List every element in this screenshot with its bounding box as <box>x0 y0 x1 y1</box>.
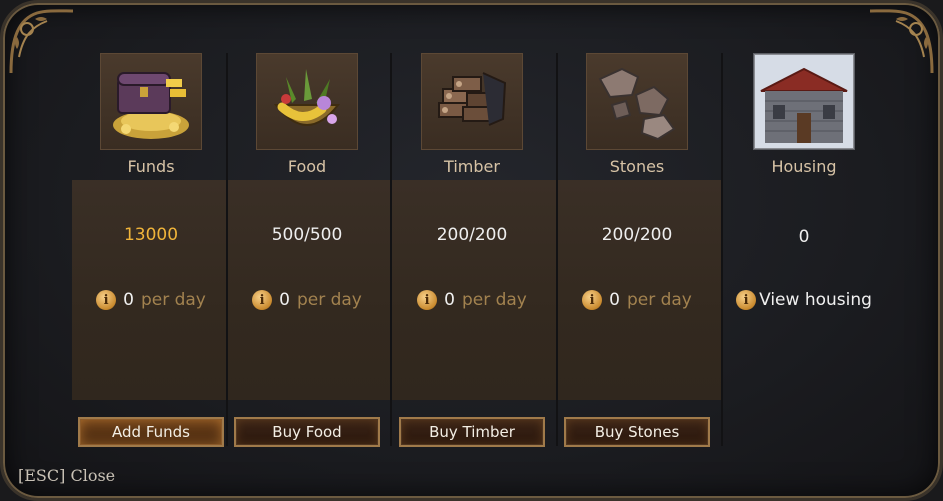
stones-icon <box>586 53 688 150</box>
info-icon[interactable]: i <box>252 290 273 310</box>
house-icon <box>753 53 855 150</box>
resource-rate: i 0 per day <box>72 290 230 310</box>
housing-link-row: i View housing <box>724 290 884 310</box>
info-icon[interactable]: i <box>417 290 438 310</box>
buy-timber-button[interactable]: Buy Timber <box>399 417 545 447</box>
resource-column-stones: Stones 200/200 i 0 per day Buy Stones <box>558 53 716 448</box>
treasure-chest-icon <box>100 53 202 150</box>
info-icon[interactable]: i <box>96 290 117 310</box>
resource-column-timber: Timber 200/200 i 0 per day Buy Timber <box>393 53 551 448</box>
resource-column-housing: Housing 0 i View housing <box>724 53 884 448</box>
resource-column-food: Food 500/500 i 0 per day Buy Food <box>228 53 386 448</box>
resource-label: Funds <box>127 157 175 176</box>
column-divider <box>390 53 392 446</box>
resource-label: Housing <box>771 157 837 176</box>
view-housing-link[interactable]: View housing <box>759 290 872 310</box>
buy-food-button[interactable]: Buy Food <box>234 417 380 447</box>
resource-rate: i 0 per day <box>228 290 386 310</box>
resource-label: Timber <box>444 157 500 176</box>
column-divider <box>721 53 723 446</box>
per-day-label: per day <box>296 290 362 310</box>
timber-logs-icon <box>421 53 523 150</box>
resource-rate: i 0 per day <box>558 290 716 310</box>
info-icon[interactable]: i <box>736 290 757 310</box>
ornament-corner-icon <box>9 9 74 74</box>
resource-value: 500/500 <box>271 225 343 245</box>
buy-stones-button[interactable]: Buy Stones <box>564 417 710 447</box>
close-button[interactable]: [ESC] Close <box>18 466 115 485</box>
resource-value: 200/200 <box>436 225 508 245</box>
rate-value: 0 <box>444 290 455 310</box>
resource-label: Food <box>287 157 327 176</box>
rate-value: 0 <box>279 290 290 310</box>
resource-value: 13000 <box>123 225 179 245</box>
add-funds-button[interactable]: Add Funds <box>78 417 224 447</box>
rate-value: 0 <box>609 290 620 310</box>
per-day-label: per day <box>140 290 206 310</box>
per-day-label: per day <box>461 290 527 310</box>
rate-value: 0 <box>123 290 134 310</box>
resource-rate: i 0 per day <box>393 290 551 310</box>
resource-column-funds: Funds 13000 i 0 per day Add Funds <box>72 53 230 448</box>
resource-label: Stones <box>609 157 665 176</box>
food-basket-icon <box>256 53 358 150</box>
per-day-label: per day <box>626 290 692 310</box>
info-icon[interactable]: i <box>582 290 603 310</box>
housing-value: 0 <box>798 227 810 247</box>
resource-value: 200/200 <box>601 225 673 245</box>
